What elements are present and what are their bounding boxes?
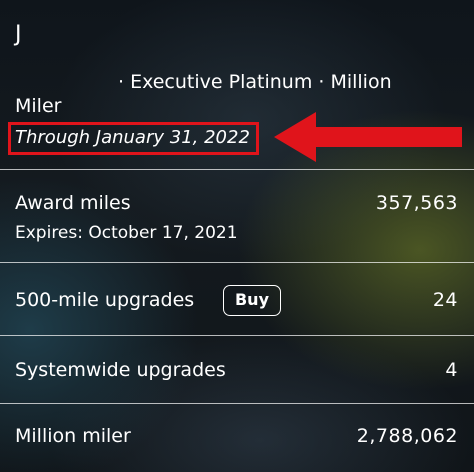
divider: [0, 169, 474, 170]
systemwide-upgrades-value: 4: [445, 359, 458, 381]
member-initial: J: [15, 22, 22, 47]
status-tier-continued: Miler: [15, 95, 62, 117]
systemwide-upgrades-label: Systemwide upgrades: [15, 359, 226, 381]
award-miles-expiry: Expires: October 17, 2021: [15, 223, 238, 243]
status-tier: · Executive Platinum · Million: [118, 71, 392, 93]
million-miler-label: Million miler: [15, 425, 131, 447]
upgrades-500-value: 24: [432, 289, 458, 311]
status-valid-through: Through January 31, 2022: [15, 127, 250, 148]
left-arrow-icon: [274, 112, 462, 162]
divider: [0, 262, 474, 263]
award-miles-label: Award miles: [15, 192, 131, 214]
divider: [0, 335, 474, 336]
buy-upgrades-button[interactable]: Buy: [223, 285, 281, 316]
million-miler-value: 2,788,062: [356, 425, 458, 447]
award-miles-value: 357,563: [375, 192, 458, 214]
divider: [0, 403, 474, 404]
upgrades-500-label: 500-mile upgrades: [15, 289, 195, 311]
